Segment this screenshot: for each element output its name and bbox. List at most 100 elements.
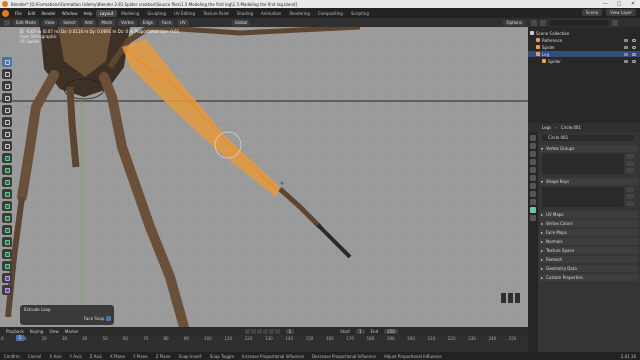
outliner-item[interactable]: Scene Collection [528, 30, 640, 36]
render-visibility-icon[interactable] [624, 52, 628, 56]
move-tool[interactable] [2, 81, 12, 91]
vertex-menu[interactable]: Vertex [118, 19, 137, 26]
end-frame-field[interactable]: 250 [384, 328, 398, 334]
bevel-tool[interactable] [2, 177, 12, 187]
poly-build-tool[interactable] [2, 213, 12, 223]
menu-window[interactable]: Window [59, 11, 81, 16]
minimize-button[interactable]: — [598, 0, 612, 8]
remove-icon[interactable] [626, 194, 634, 199]
editor-type-icon[interactable] [4, 19, 10, 26]
zoom-icon[interactable] [501, 293, 506, 303]
material-tab-icon[interactable] [530, 215, 536, 221]
play-icon[interactable] [262, 328, 268, 334]
spin-tool[interactable] [2, 225, 12, 235]
jump-start-icon[interactable] [244, 328, 250, 334]
menu-edit[interactable]: Edit [25, 11, 39, 16]
panel-uv-maps[interactable]: UV Maps [540, 211, 638, 218]
menu-file[interactable]: File [12, 11, 25, 16]
menu-icon[interactable] [626, 201, 634, 206]
panel-vertex-colors[interactable]: Vertex Colors [540, 220, 638, 227]
outliner-item[interactable]: Spider [528, 58, 640, 64]
panel-normals[interactable]: Normals [540, 238, 638, 245]
add-icon[interactable] [626, 187, 634, 192]
timeline-area[interactable]: 0102030405060708090100110120130140150160… [0, 335, 528, 352]
annotate-tool[interactable] [2, 129, 12, 139]
eye-icon[interactable] [632, 59, 636, 63]
edge-slide-tool[interactable] [2, 249, 12, 259]
smooth-tool[interactable] [2, 237, 12, 247]
tab-compositing[interactable]: Compositing [314, 10, 347, 17]
tab-scripting[interactable]: Scripting [347, 10, 373, 17]
start-frame-field[interactable]: 1 [355, 328, 365, 334]
eye-icon[interactable] [632, 38, 636, 42]
mesh-name-field[interactable]: Circle.001 [542, 135, 634, 141]
knife-tool[interactable] [2, 201, 12, 211]
outliner-item[interactable]: Leg [528, 51, 640, 57]
rip-tool[interactable] [2, 285, 12, 295]
cursor-tool[interactable] [2, 69, 12, 79]
tab-sculpting[interactable]: Sculpting [143, 10, 170, 17]
tab-modeling[interactable]: Modeling [117, 10, 143, 17]
maximize-button[interactable]: □ [612, 0, 626, 8]
object-tab-icon[interactable] [530, 183, 536, 189]
play-reverse-icon[interactable] [256, 328, 262, 334]
scene-selector[interactable]: Scene [581, 9, 603, 16]
remove-icon[interactable] [626, 161, 634, 166]
scale-tool[interactable] [2, 105, 12, 115]
render-visibility-icon[interactable] [624, 45, 628, 49]
outliner[interactable]: Scene Collection Reference Spider Leg Spider [528, 27, 640, 123]
outliner-item[interactable]: Reference [528, 37, 640, 43]
tab-layout[interactable]: Layout [95, 9, 118, 17]
tab-texture-paint[interactable]: Texture Paint [199, 10, 233, 17]
keying-menu[interactable]: Keying [30, 329, 43, 334]
select-box-tool[interactable] [2, 57, 12, 67]
tab-shading[interactable]: Shading [233, 10, 257, 17]
eye-icon[interactable] [632, 45, 636, 49]
pan-icon[interactable] [508, 293, 513, 303]
mesh-data-tab-icon[interactable] [530, 207, 536, 213]
panel-face-maps[interactable]: Face Maps [540, 229, 638, 236]
menu-render[interactable]: Render [38, 11, 58, 16]
playback-menu[interactable]: Playback [6, 329, 24, 334]
transform-orientation-dropdown[interactable]: Global [231, 19, 251, 26]
playhead[interactable]: 1 [16, 335, 24, 341]
display-mode-icon[interactable] [540, 19, 546, 26]
panel-vertex-groups[interactable]: Vertex Groups [540, 145, 638, 152]
view-layer-tab-icon[interactable] [530, 159, 536, 165]
constraint-tab-icon[interactable] [530, 199, 536, 205]
tab-rendering[interactable]: Rendering [285, 10, 313, 17]
menu-icon[interactable] [626, 168, 634, 173]
camera-icon[interactable] [515, 293, 520, 303]
panel-geometry-data[interactable]: Geometry Data [540, 265, 638, 272]
render-tab-icon[interactable] [530, 143, 536, 149]
face-snap-checkbox[interactable] [106, 316, 111, 321]
panel-shape-keys[interactable]: Shape Keys [540, 178, 638, 185]
view-menu[interactable]: View [41, 19, 58, 26]
menu-help[interactable]: Help [80, 11, 95, 16]
extrude-tool[interactable] [2, 153, 12, 163]
options-dropdown[interactable]: Options [503, 19, 525, 26]
modifier-tab-icon[interactable] [530, 191, 536, 197]
shrink-fatten-tool[interactable] [2, 261, 12, 271]
outliner-editor-icon[interactable] [531, 19, 537, 26]
tab-animation[interactable]: Animation [257, 10, 285, 17]
shear-tool[interactable] [2, 273, 12, 283]
measure-tool[interactable] [2, 141, 12, 151]
add-menu[interactable]: Add [81, 19, 96, 26]
panel-custom-properties[interactable]: Custom Properties [540, 274, 638, 281]
current-frame-field[interactable]: 1 [285, 328, 295, 334]
outliner-search-input[interactable] [549, 19, 609, 26]
timeline-view-menu[interactable]: View [49, 329, 59, 334]
inset-tool[interactable] [2, 165, 12, 175]
edge-menu[interactable]: Edge [139, 19, 156, 26]
outliner-item[interactable]: Spider [528, 44, 640, 50]
render-visibility-icon[interactable] [624, 59, 628, 63]
properties-panel[interactable]: Circle.001 Vertex Groups Shape Keys UV Map… [538, 132, 640, 352]
loop-cut-tool[interactable] [2, 189, 12, 199]
scene-tab-icon[interactable] [530, 167, 536, 173]
eye-icon[interactable] [632, 52, 636, 56]
face-menu[interactable]: Face [158, 19, 175, 26]
redo-last-panel[interactable]: Extrude Loop Face Snap [20, 305, 114, 325]
world-tab-icon[interactable] [530, 175, 536, 181]
panel-remesh[interactable]: Remesh [540, 256, 638, 263]
